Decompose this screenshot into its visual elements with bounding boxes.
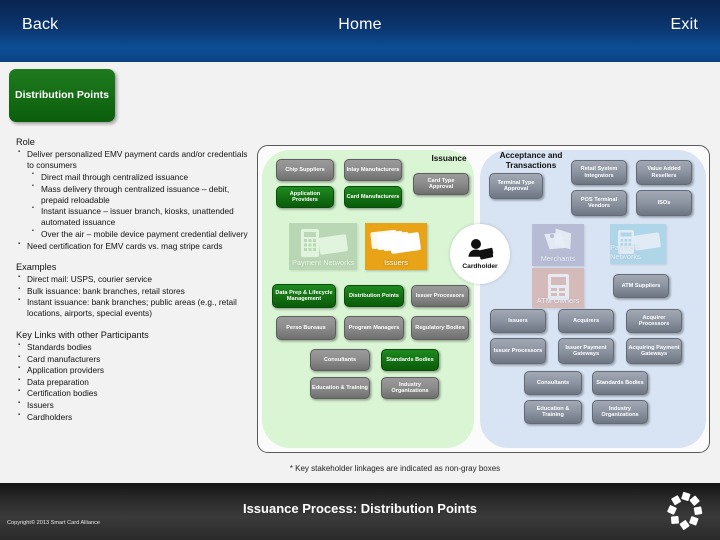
role-section: Role Deliver personalized EMV payment ca… — [16, 136, 256, 252]
tile-label: ATM Owners — [536, 296, 580, 305]
list-item: Standards bodies — [16, 341, 256, 353]
key-links-section: Key Links with other Participants Standa… — [16, 329, 256, 423]
node-education-training[interactable]: Education & Training — [310, 377, 370, 399]
node-acquirers[interactable]: Acquirers — [558, 309, 614, 333]
tile-payment-networks[interactable]: Payment Networks — [289, 223, 357, 270]
node-program-managers[interactable]: Program Managers — [344, 316, 404, 340]
acceptance-zone-title: Acceptance and Transactions — [499, 151, 563, 171]
list-item: Certification bodies — [16, 387, 256, 399]
distribution-points-tab[interactable]: Distribution Points — [9, 69, 115, 122]
tile-payment-networks-acceptance[interactable]: Payment Networks — [610, 224, 666, 264]
list-item: Over the air – mobile device payment cre… — [30, 228, 256, 240]
node-perso-bureaus[interactable]: Perso Bureaus — [276, 316, 336, 340]
node-acquirer-processors[interactable]: Acquirer Processors — [626, 309, 682, 333]
list-item: Instant issuance – issuer branch, kiosks… — [30, 205, 256, 228]
list-item: Issuers — [16, 399, 256, 411]
list-item: Cardholders — [16, 411, 256, 423]
node-acquiring-payment-gateways[interactable]: Acquiring Payment Gateways — [626, 338, 682, 364]
tile-issuers[interactable]: Issuers — [365, 223, 427, 270]
footnote-text: * Key stakeholder linkages are indicated… — [289, 464, 501, 473]
node-industry-organizations[interactable]: Industry Organizations — [381, 377, 439, 399]
footnote: * Key stakeholder linkages are indicated… — [0, 464, 720, 473]
ecosystem-diagram: Issuance Acceptance and Transactions Chi… — [257, 145, 710, 453]
node-value-added-resellers[interactable]: Value Added Resellers — [636, 160, 692, 185]
node-issuer-processors-acceptance[interactable]: Issuer Processors — [490, 338, 546, 364]
list-item: Direct mail through centralized issuance — [30, 171, 256, 183]
node-issuer-processors[interactable]: Issuer Processors — [411, 285, 469, 307]
node-education-training-acceptance[interactable]: Education & Training — [524, 400, 582, 424]
list-item: Direct mail: USPS, courier service — [16, 273, 256, 285]
smart-card-alliance-logo-icon — [667, 491, 703, 530]
tile-atm-owners[interactable]: ATM Owners — [532, 268, 584, 308]
list-item: Application providers — [16, 364, 256, 376]
node-standards-bodies-acceptance[interactable]: Standards Bodies — [592, 371, 648, 395]
cardholder-node[interactable]: Cardholder — [450, 224, 510, 284]
list-item: Instant issuance: bank branches; public … — [16, 296, 256, 319]
role-list: Deliver personalized EMV payment cards a… — [16, 148, 256, 252]
node-card-type-approval[interactable]: Card Type Approval — [413, 173, 469, 195]
node-card-manufacturers[interactable]: Card Manufacturers — [344, 186, 402, 208]
exit-button[interactable]: Exit — [671, 16, 698, 34]
list-item: Need certification for EMV cards vs. mag… — [16, 240, 256, 252]
person-with-card-icon — [468, 239, 494, 260]
home-button[interactable]: Home — [0, 16, 720, 34]
node-industry-organizations-acceptance[interactable]: Industry Organizations — [592, 400, 648, 424]
node-inlay-manufacturers[interactable]: Inlay Manufacturers — [344, 159, 402, 181]
role-heading: Role — [16, 137, 35, 147]
tile-label: Issuers — [384, 258, 408, 267]
node-regulatory-bodies[interactable]: Regulatory Bodies — [411, 316, 469, 340]
page-title: Issuance Process: Distribution Points — [242, 501, 478, 516]
list-item: Data preparation — [16, 376, 256, 388]
cardholder-label: Cardholder — [462, 263, 498, 270]
footer-bar: Issuance Process: Distribution Points Co… — [0, 483, 720, 540]
tile-merchants[interactable]: Merchants — [532, 224, 584, 266]
node-standards-bodies[interactable]: Standards Bodies — [381, 349, 439, 371]
list-item: Card manufacturers — [16, 353, 256, 365]
node-data-prep-lifecycle-management[interactable]: Data Prep & Lifecycle Management — [272, 284, 336, 308]
role-description-panel: Role Deliver personalized EMV payment ca… — [16, 136, 256, 432]
role-sublist: Direct mail through centralized issuance… — [30, 171, 256, 240]
examples-section: Examples Direct mail: USPS, courier serv… — [16, 261, 256, 320]
node-pos-terminal-vendors[interactable]: POS Terminal Vendors — [571, 190, 627, 216]
node-consultants[interactable]: Consultants — [310, 349, 370, 371]
node-issuers-acceptance[interactable]: Issuers — [490, 309, 546, 333]
list-item: Deliver personalized EMV payment cards a… — [16, 148, 256, 171]
node-isos[interactable]: ISOs — [636, 190, 692, 216]
examples-list: Direct mail: USPS, courier service Bulk … — [16, 273, 256, 319]
copyright-text: Copyright© 2013 Smart Card Alliance — [7, 520, 101, 526]
node-retail-system-integrators[interactable]: Retail System Integrators — [571, 160, 627, 185]
issuance-zone-title: Issuance — [431, 154, 467, 163]
top-navigation-bar: Back Home Exit — [0, 0, 720, 62]
slide-canvas: Back Home Exit Distribution Points Role … — [0, 0, 720, 540]
node-issuer-payment-gateways[interactable]: Issuer Payment Gateways — [558, 338, 614, 364]
examples-heading: Examples — [16, 261, 57, 272]
key-links-heading: Key Links with other Participants — [16, 329, 149, 340]
node-terminal-type-approval[interactable]: Terminal Type Approval — [489, 173, 543, 199]
tile-label: Merchants — [540, 254, 576, 263]
node-distribution-points[interactable]: Distribution Points — [344, 285, 404, 307]
list-item: Mass delivery through centralized issuan… — [30, 183, 256, 206]
tile-label: Payment Networks — [610, 243, 641, 261]
node-atm-suppliers[interactable]: ATM Suppliers — [613, 274, 669, 298]
node-chip-suppliers[interactable]: Chip Suppliers — [276, 159, 334, 181]
tile-label: Payment Networks — [291, 258, 355, 267]
node-consultants-acceptance[interactable]: Consultants — [524, 371, 582, 395]
list-item: Bulk issuance: bank branches, retail sto… — [16, 285, 256, 297]
key-links-list: Standards bodies Card manufacturers Appl… — [16, 341, 256, 423]
node-application-providers[interactable]: Application Providers — [276, 186, 334, 208]
